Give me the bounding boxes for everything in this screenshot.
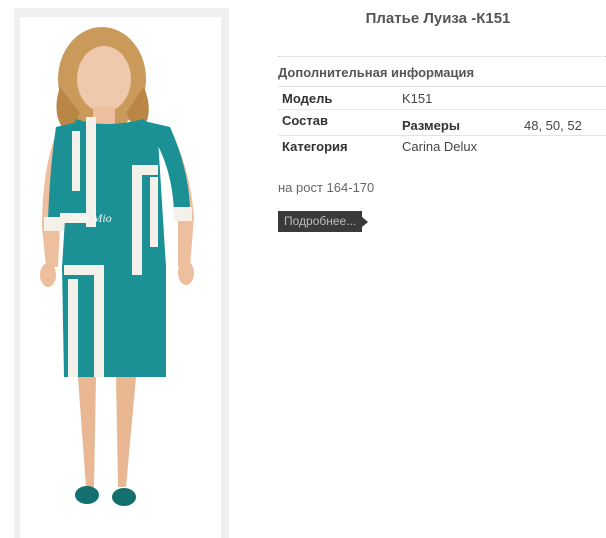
product-title: Платье Луиза -К151 bbox=[365, 10, 511, 27]
additional-info-heading: Дополнительная информация bbox=[278, 65, 475, 80]
product-image-frame: Per Mio bbox=[14, 8, 229, 538]
info-label-composition: Состав bbox=[282, 113, 328, 128]
info-label-model: Модель bbox=[282, 91, 333, 106]
product-image[interactable]: Per Mio bbox=[20, 17, 221, 538]
dress-model-illustration: Per Mio bbox=[40, 27, 194, 506]
info-table-divider bbox=[278, 86, 606, 87]
info-table-divider bbox=[278, 135, 606, 136]
info-label-sizes: Размеры bbox=[402, 118, 460, 133]
info-table-divider bbox=[278, 109, 606, 110]
info-value-category: Carina Delux bbox=[402, 139, 478, 154]
image-watermark: Per Mio bbox=[71, 211, 112, 225]
info-value-sizes: 48, 50, 52 bbox=[524, 118, 582, 133]
info-value-model: K151 bbox=[402, 91, 433, 106]
title-divider bbox=[278, 56, 606, 57]
height-note: на рост 164-170 bbox=[278, 180, 375, 195]
more-details-button[interactable]: Подробнее... bbox=[278, 211, 369, 232]
info-label-category: Категория bbox=[282, 139, 348, 154]
